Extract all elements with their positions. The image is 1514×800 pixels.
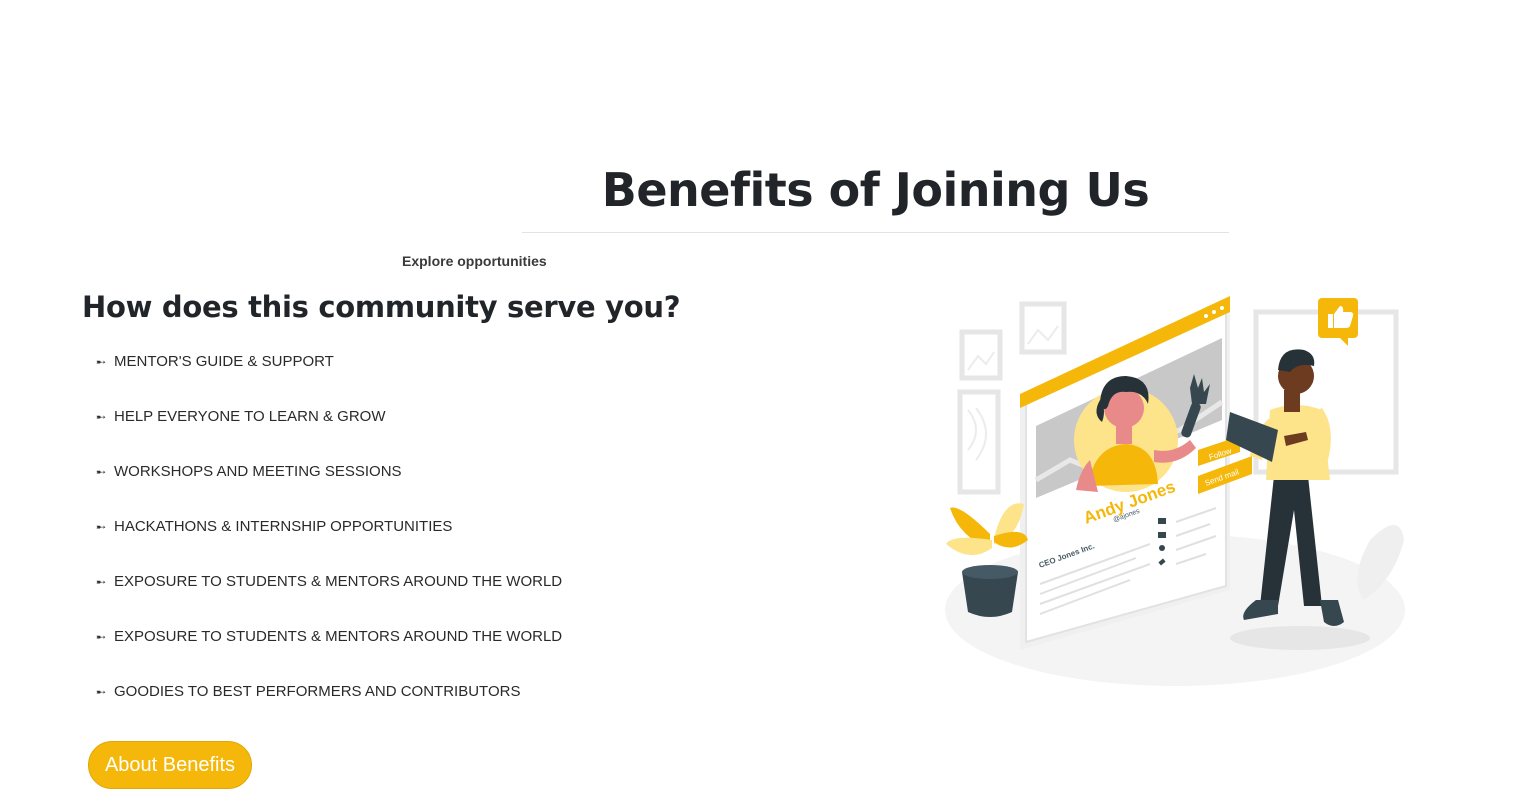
section-title: Benefits of Joining Us xyxy=(601,163,1150,217)
benefit-label: MENTOR'S GUIDE & SUPPORT xyxy=(114,353,334,370)
benefit-item: ➸ GOODIES TO BEST PERFORMERS AND CONTRIB… xyxy=(96,681,562,736)
person-shadow xyxy=(1230,626,1370,650)
arrow-bullet-icon: ➸ xyxy=(96,685,107,699)
benefits-page: Benefits of Joining Us Explore opportuni… xyxy=(0,0,1514,800)
title-divider xyxy=(522,232,1229,233)
arrow-bullet-icon: ➸ xyxy=(96,575,107,589)
benefit-item: ➸ HELP EVERYONE TO LEARN & GROW xyxy=(96,406,562,461)
arrow-bullet-icon: ➸ xyxy=(96,465,107,479)
profile-illustration: Follow Send mail Andy Jones @ajones CEO … xyxy=(945,296,1405,686)
benefit-label: WORKSHOPS AND MEETING SESSIONS xyxy=(114,463,402,480)
benefit-list: ➸ MENTOR'S GUIDE & SUPPORT ➸ HELP EVERYO… xyxy=(96,351,562,736)
benefit-label: GOODIES TO BEST PERFORMERS AND CONTRIBUT… xyxy=(114,683,521,700)
thumbs-up-icon xyxy=(1318,298,1358,346)
eyebrow-text: Explore opportunities xyxy=(402,253,547,269)
benefit-label: HACKATHONS & INTERNSHIP OPPORTUNITIES xyxy=(114,518,453,535)
benefit-label: EXPOSURE TO STUDENTS & MENTORS AROUND TH… xyxy=(114,628,563,645)
benefit-item: ➸ EXPOSURE TO STUDENTS & MENTORS AROUND … xyxy=(96,626,562,681)
about-benefits-button[interactable]: About Benefits xyxy=(88,741,252,789)
benefit-item: ➸ MENTOR'S GUIDE & SUPPORT xyxy=(96,351,562,406)
benefit-item: ➸ WORKSHOPS AND MEETING SESSIONS xyxy=(96,461,562,516)
benefit-label: HELP EVERYONE TO LEARN & GROW xyxy=(114,408,386,425)
community-heading: How does this community serve you? xyxy=(82,290,681,324)
benefit-item: ➸ EXPOSURE TO STUDENTS & MENTORS AROUND … xyxy=(96,571,562,626)
benefit-item: ➸ HACKATHONS & INTERNSHIP OPPORTUNITIES xyxy=(96,516,562,571)
benefit-label: EXPOSURE TO STUDENTS & MENTORS AROUND TH… xyxy=(114,573,563,590)
arrow-bullet-icon: ➸ xyxy=(96,410,107,424)
arrow-bullet-icon: ➸ xyxy=(96,520,107,534)
arrow-bullet-icon: ➸ xyxy=(96,630,107,644)
arrow-bullet-icon: ➸ xyxy=(96,355,107,369)
